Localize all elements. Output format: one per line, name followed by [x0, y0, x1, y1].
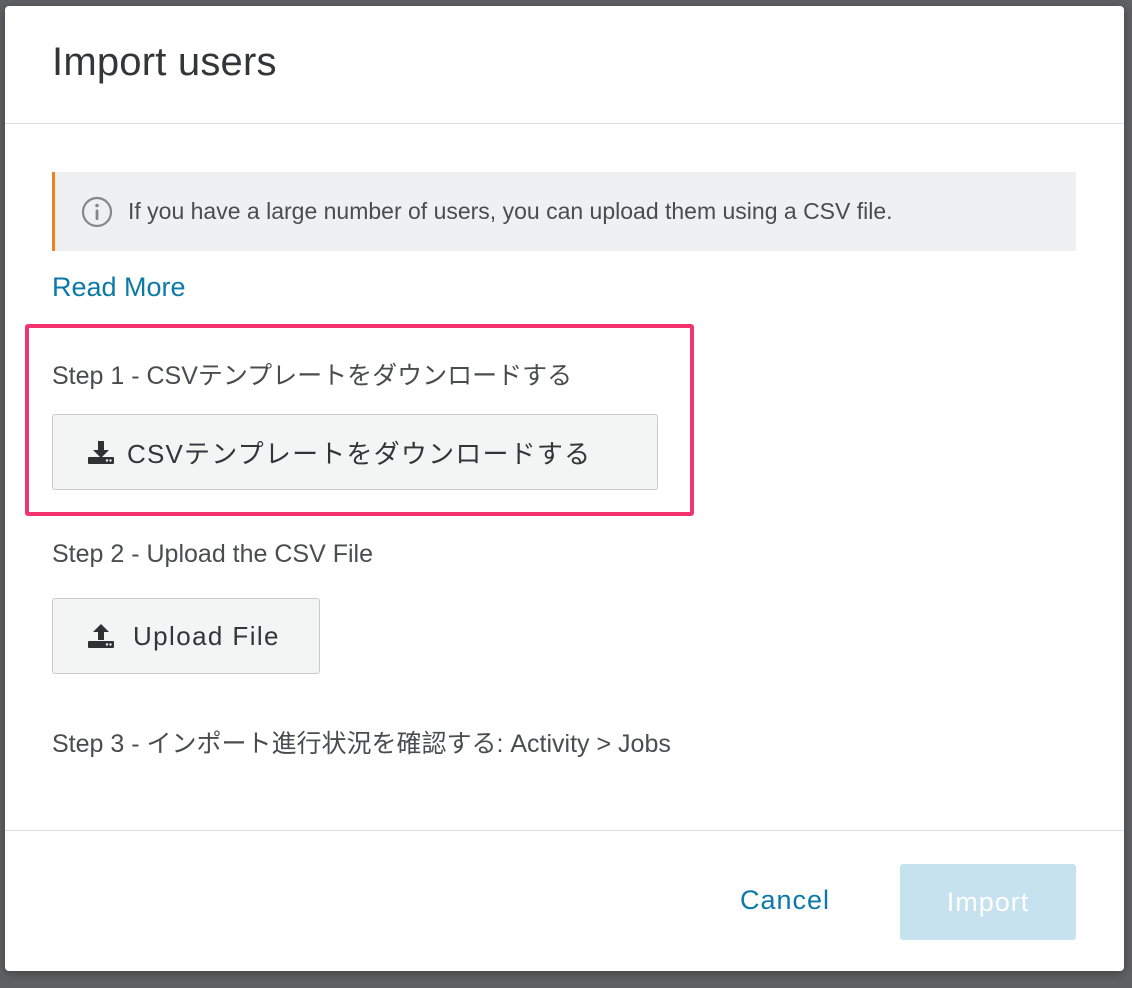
step3-label: Step 3 - インポート進行状況を確認する: Activity > Jobs [52, 730, 671, 758]
info-banner: If you have a large number of users, you… [52, 172, 1076, 251]
import-users-dialog: Import users If you have a large number … [5, 6, 1124, 971]
step1-label: Step 1 - CSVテンプレートをダウンロードする [52, 362, 573, 390]
download-template-button-label: CSVテンプレートをダウンロードする [127, 438, 592, 469]
dialog-title: Import users [52, 40, 277, 84]
info-banner-text: If you have a large number of users, you… [128, 198, 893, 224]
step2-label: Step 2 - Upload the CSV File [52, 540, 373, 568]
upload-file-button[interactable]: Upload File [52, 598, 320, 674]
upload-icon [88, 624, 114, 648]
upload-file-button-label: Upload File [133, 620, 280, 651]
import-button[interactable]: Import [900, 864, 1076, 940]
download-icon [88, 441, 114, 464]
dialog-header: Import users [5, 6, 1124, 124]
info-icon [81, 196, 113, 228]
read-more-link[interactable]: Read More [52, 272, 186, 303]
download-template-button[interactable]: CSVテンプレートをダウンロードする [52, 414, 658, 490]
cancel-button[interactable]: Cancel [740, 885, 830, 916]
